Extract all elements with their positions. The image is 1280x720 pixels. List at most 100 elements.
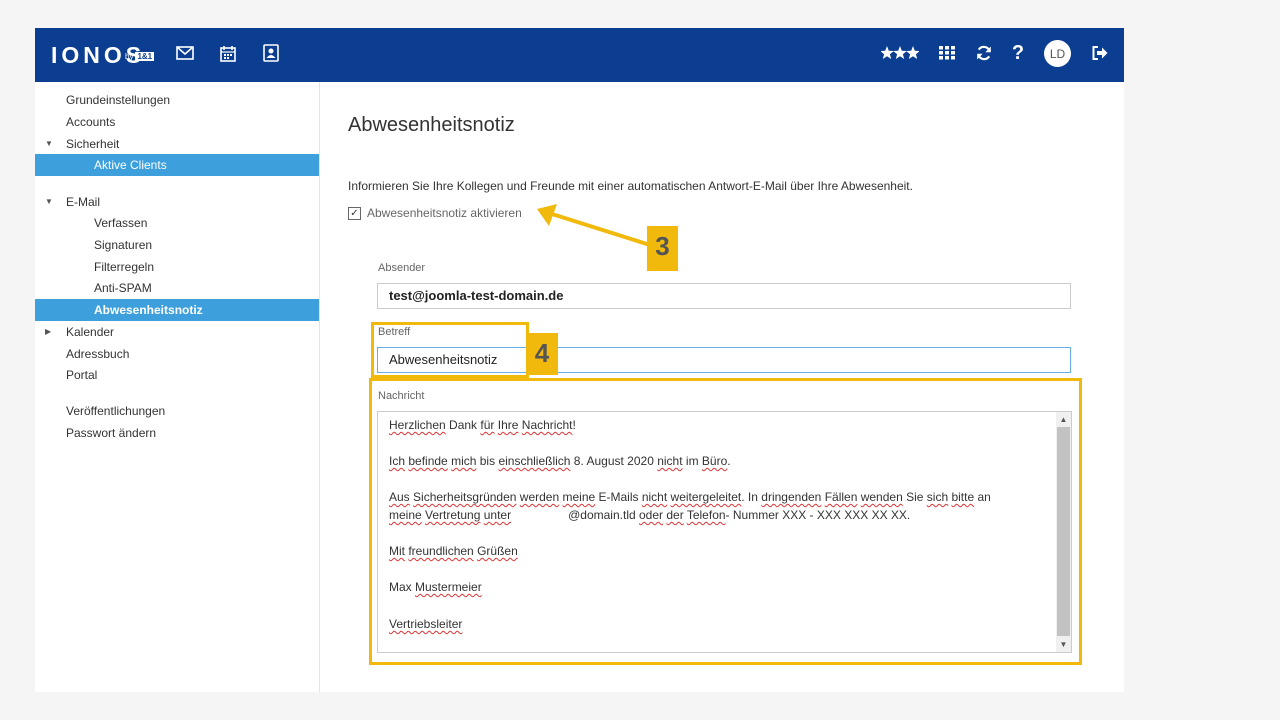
mail-icon[interactable] [174,42,196,64]
sidebar-item-label: Aktive Clients [94,158,167,172]
message-word: Vertriebsleiter [389,617,463,631]
calendar-icon[interactable] [217,42,239,64]
sidebar-item-signaturen[interactable]: Signaturen [35,234,319,256]
message-word: Ihre [497,418,519,432]
activate-checkbox-label[interactable]: Abwesenheitsnotiz aktivieren [367,206,522,220]
message-word: E-Mails [595,490,642,504]
main-content: Abwesenheitsnotiz Informieren Sie Ihre K… [320,82,1124,692]
sidebar-item-veroeffentlichungen[interactable]: Veröffentlichungen [35,400,319,422]
message-word: 8. August 2020 [570,454,658,468]
message-word: Fällen [824,490,858,504]
settings-sidebar: Grundeinstellungen Accounts ▼ Sicherheit … [35,82,320,692]
message-word: nicht [641,490,668,504]
sidebar-item-kalender[interactable]: ▶ Kalender [35,321,319,343]
subject-label: Betreff [378,326,411,338]
message-word: oder [639,508,664,522]
sidebar-item-portal[interactable]: Portal [35,364,319,386]
sidebar-item-verfassen[interactable]: Verfassen [35,212,319,234]
message-word: dringenden [761,490,822,504]
activate-checkbox[interactable]: ✓ [348,206,361,220]
message-word: einschließlich [498,454,571,468]
activate-checkbox-row[interactable]: ✓ Abwesenheitsnotiz aktivieren [348,205,522,221]
message-word: . In [741,490,762,504]
scroll-down-icon[interactable]: ▼ [1056,637,1071,652]
message-line: Aus Sicherheitsgründen werden meine E-Ma… [389,490,991,504]
intro-text: Informieren Sie Ihre Kollegen und Freund… [348,179,913,193]
app-window: IONOS by 1&1 ? LD Grundeinstellungen Acc… [35,28,1124,692]
message-word: Aus [389,490,410,504]
sidebar-item-grundeinstellungen[interactable]: Grundeinstellungen [35,89,319,111]
message-word: - Nummer XXX - XXX XXX XX XX. [725,508,911,522]
message-word: Vertretung [425,508,481,522]
caret-down-icon[interactable]: ▼ [45,191,53,213]
logout-icon[interactable] [1089,42,1111,64]
message-word: Telefon [686,508,726,522]
message-scrollbar[interactable]: ▲ ▼ [1056,412,1071,652]
message-word: Ich [389,454,406,468]
message-word: Mit [389,544,405,558]
sender-field[interactable]: test@joomla-test-domain.de [377,283,1071,309]
contacts-icon[interactable] [260,42,282,64]
stars-icon[interactable] [881,42,919,64]
sidebar-item-accounts[interactable]: Accounts [35,111,319,133]
step-badge-3: 3 [647,226,678,271]
sidebar-item-passwort-aendern[interactable]: Passwort ändern [35,422,319,444]
user-avatar[interactable]: LD [1044,40,1071,67]
sidebar-item-filterregeln[interactable]: Filterregeln [35,256,319,278]
scroll-up-icon[interactable]: ▲ [1056,412,1071,427]
sidebar-item-sicherheit[interactable]: ▼ Sicherheit [35,133,319,155]
sidebar-item-label: Grundeinstellungen [66,93,171,107]
message-word: bitte [951,490,975,504]
message-word: für [480,418,495,432]
sidebar-item-label: Veröffentlichungen [66,404,166,418]
message-label: Nachricht [378,390,425,402]
message-line: meine Vertretung unter @domain.tld oder d… [389,508,910,522]
sidebar-item-label: Passwort ändern [66,426,157,440]
refresh-icon[interactable] [973,42,995,64]
message-word: unter [483,508,512,522]
sidebar-item-label: Kalender [66,325,115,339]
message-word: meine [389,508,422,522]
message-word: . [727,454,731,468]
sidebar-item-aktive-clients[interactable]: Aktive Clients [35,154,319,176]
message-word: nicht [657,454,683,468]
sidebar-item-abwesenheitsnotiz[interactable]: Abwesenheitsnotiz [35,299,319,321]
sidebar-item-label: E-Mail [66,195,101,209]
message-word: Büro [701,454,728,468]
message-line: Max Mustermeier [389,580,482,594]
sidebar-item-label: Verfassen [94,216,148,230]
sidebar-item-label: Signaturen [94,238,153,252]
logo-subtitle: by 1&1 [125,52,155,61]
message-word: Mustermeier [415,580,482,594]
top-bar: IONOS by 1&1 ? LD [35,28,1124,82]
message-word: im [682,454,702,468]
message-word: wenden [860,490,903,504]
sidebar-item-anti-spam[interactable]: Anti-SPAM [35,277,319,299]
subject-field[interactable]: Abwesenheitsnotiz [377,347,1071,373]
message-word: Sicherheitsgründen [413,490,517,504]
sidebar-item-adressbuch[interactable]: Adressbuch [35,343,319,365]
sidebar-item-email[interactable]: ▼ E-Mail [35,191,319,213]
message-word: der [666,508,684,522]
message-textarea[interactable]: Herzlichen Dank für Ihre Nachricht! Ich … [377,411,1072,653]
sidebar-item-label: Filterregeln [94,260,155,274]
message-word: ! [572,418,576,432]
message-word: @domain.tld [568,508,639,522]
message-word: freundlichen [408,544,474,558]
step-badge-4: 4 [526,333,558,375]
sender-label: Absender [378,262,426,274]
message-line: Mit freundlichen Grüßen [389,544,518,558]
sidebar-item-label: Sicherheit [66,137,120,151]
sidebar-item-label: Accounts [66,115,116,129]
sidebar-item-label: Adressbuch [66,347,130,361]
message-word: werden [519,490,560,504]
scroll-thumb[interactable] [1057,427,1070,636]
logo-box: 1&1 [135,52,155,61]
page-title: Abwesenheitsnotiz [348,114,515,136]
help-icon[interactable]: ? [1007,42,1029,64]
caret-right-icon[interactable]: ▶ [45,321,51,343]
caret-down-icon[interactable]: ▼ [45,133,53,155]
apps-grid-icon[interactable] [936,42,958,64]
message-word: mich [451,454,477,468]
message-word: sich [926,490,949,504]
